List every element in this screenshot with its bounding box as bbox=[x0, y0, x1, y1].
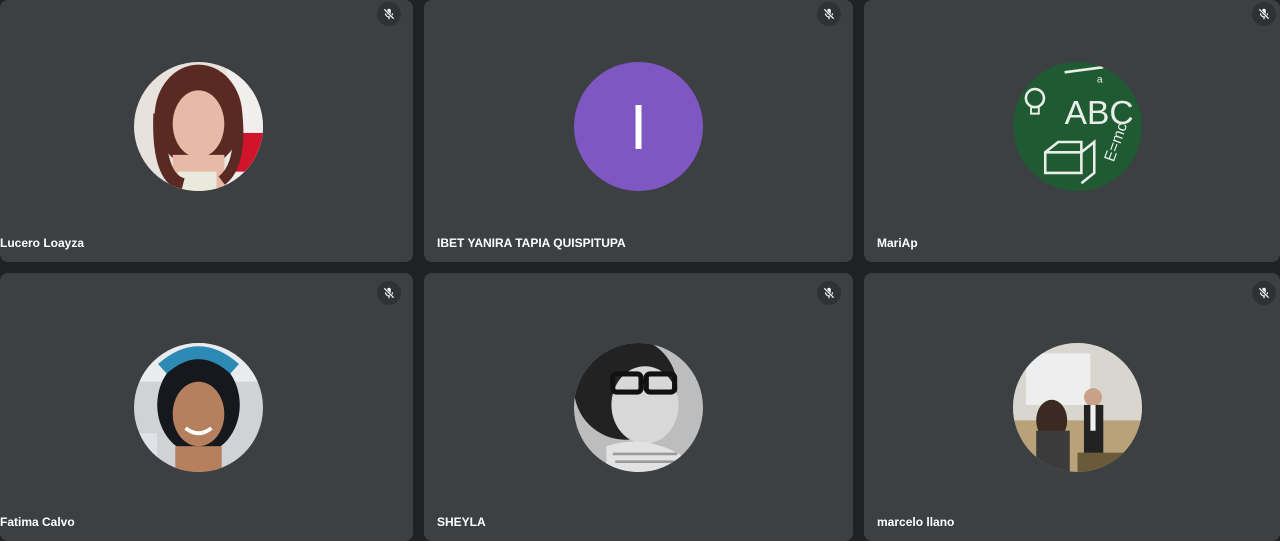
avatar bbox=[134, 343, 263, 472]
participant-tile[interactable]: I IBET YANIRA TAPIA QUISPITUPA bbox=[424, 0, 853, 262]
mic-off-icon bbox=[1252, 2, 1276, 26]
avatar: ABC E=mc a bbox=[1013, 62, 1142, 191]
avatar bbox=[574, 343, 703, 472]
participant-name: marcelo llano bbox=[877, 515, 955, 529]
participant-name: IBET YANIRA TAPIA QUISPITUPA bbox=[437, 236, 626, 250]
participant-name: MariAp bbox=[877, 236, 918, 250]
avatar: I bbox=[574, 62, 703, 191]
participant-tile[interactable]: marcelo llano bbox=[864, 273, 1280, 541]
avatar bbox=[134, 62, 263, 191]
participant-tile[interactable]: ABC E=mc a MariAp bbox=[864, 0, 1280, 262]
participant-name: Lucero Loayza bbox=[0, 236, 85, 250]
mic-off-icon bbox=[817, 2, 841, 26]
mic-off-icon bbox=[817, 281, 841, 305]
svg-text:a: a bbox=[1097, 75, 1103, 86]
participant-tile[interactable]: Lucero Loayza bbox=[0, 0, 413, 262]
participant-tile[interactable]: Fatima Calvo bbox=[0, 273, 413, 541]
mic-off-icon bbox=[377, 281, 401, 305]
avatar bbox=[1013, 343, 1142, 472]
mic-off-icon bbox=[1252, 281, 1276, 305]
participant-grid: Lucero Loayza I IBET YANIRA TAPIA QUISPI… bbox=[0, 0, 1280, 541]
participant-tile[interactable]: SHEYLA bbox=[424, 273, 853, 541]
participant-name: Fatima Calvo bbox=[0, 515, 75, 529]
mic-off-icon bbox=[377, 2, 401, 26]
avatar-initial: I bbox=[629, 90, 648, 163]
participant-name: SHEYLA bbox=[437, 515, 486, 529]
